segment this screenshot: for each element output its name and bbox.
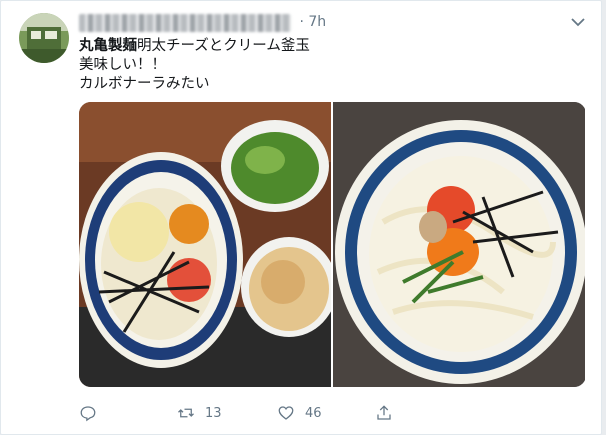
chevron-down-icon[interactable] bbox=[569, 13, 587, 31]
share-icon bbox=[377, 405, 391, 420]
tweet-text-line-2: 美味しい！！ bbox=[79, 57, 166, 73]
retweet-count: 13 bbox=[205, 405, 222, 421]
retweet-icon bbox=[178, 408, 194, 418]
tweet-text: 丸亀製麺明太チーズとクリーム釜玉 美味しい！！ カルボナーラみたい bbox=[79, 37, 581, 94]
tweet-media bbox=[79, 102, 586, 387]
tweet-header: · 7h bbox=[79, 14, 561, 34]
avatar[interactable] bbox=[19, 13, 69, 63]
tweet-text-bold: 丸亀製麺 bbox=[79, 38, 137, 54]
tweet-actions: 13 46 bbox=[79, 401, 581, 425]
reply-button[interactable] bbox=[79, 401, 97, 425]
tweet-time[interactable]: 7h bbox=[308, 14, 326, 30]
tweet-text-line-1-rest: 明太チーズとクリーム釜玉 bbox=[137, 38, 310, 54]
tweet-text-line-1: 丸亀製麺明太チーズとクリーム釜玉 bbox=[79, 37, 581, 56]
share-button[interactable] bbox=[375, 401, 393, 425]
tweet-card[interactable]: · 7h 丸亀製麺明太チーズとクリーム釜玉 美味しい！！ カルボナーラみたい 1… bbox=[0, 0, 602, 435]
tweet-text-line-3: カルボナーラみたい bbox=[79, 76, 210, 92]
photo-left[interactable] bbox=[79, 102, 331, 387]
retweet-button[interactable]: 13 bbox=[177, 401, 222, 425]
photo-right[interactable] bbox=[333, 102, 585, 387]
like-count: 46 bbox=[305, 405, 322, 421]
heart-icon bbox=[278, 406, 294, 420]
separator-dot: · bbox=[299, 14, 304, 30]
reply-icon bbox=[80, 406, 96, 422]
like-button[interactable]: 46 bbox=[277, 401, 322, 425]
user-name-redacted[interactable] bbox=[79, 14, 291, 32]
